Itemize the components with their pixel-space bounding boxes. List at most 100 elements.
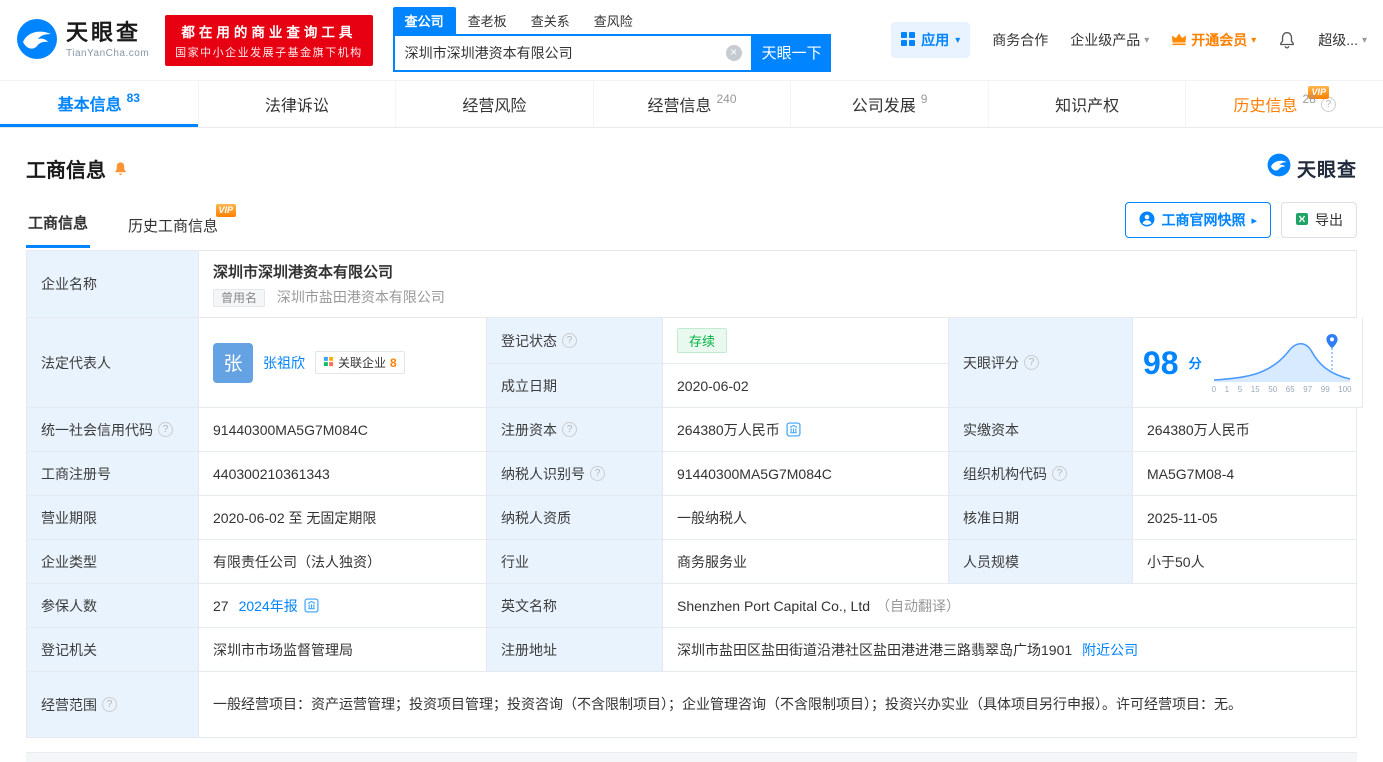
apps-label: 应用 <box>921 32 950 48</box>
enterprise-label: 企业级产品 <box>1070 32 1141 48</box>
subtab-history-info[interactable]: VIP 历史工商信息 <box>126 204 237 248</box>
taxpayer-id-cell: 91440300MA5G7M084C <box>663 452 949 496</box>
table-row: 统一社会信用代码 ? 91440300MA5G7M084C 注册资本 ? 264… <box>27 408 1357 452</box>
table-subrow: 成立日期 2020-06-02 <box>487 364 949 408</box>
related-companies-label: 关联企业 <box>338 356 387 370</box>
avatar[interactable]: 张 <box>213 342 253 383</box>
business-term-cell: 2020-06-02 至 无固定期限 <box>199 496 487 540</box>
tab-label: 公司发展 <box>851 98 916 115</box>
help-icon[interactable]: ? <box>562 333 577 348</box>
paid-capital-label: 实缴资本 <box>949 408 1133 452</box>
export-label: 导出 <box>1315 212 1343 228</box>
vip-badge: VIP <box>215 204 237 217</box>
help-icon[interactable]: ? <box>102 697 117 712</box>
tab-intellectual-property[interactable]: 知识产权 <box>987 81 1186 127</box>
tab-label: 经营风险 <box>462 98 527 115</box>
username-label: 超级... <box>1318 32 1358 48</box>
nearby-companies-link[interactable]: 附近公司 <box>1082 640 1138 660</box>
reg-capital-cell: 264380万人民币 <box>663 408 949 452</box>
score-cell[interactable]: 98 分 0 1 5 15 50 65 97 99 100 <box>1133 318 1363 408</box>
official-snapshot-button[interactable]: 工商官网快照 ▸ <box>1125 202 1271 238</box>
tianyancha-logo-icon <box>1267 153 1291 183</box>
business-scope-cell: 一般经营项目：资产运营管理；投资项目管理；投资咨询（不含限制项目）；企业管理咨询… <box>199 672 1357 738</box>
apps-menu[interactable]: 应用 ▾ <box>891 22 971 58</box>
former-name-badge[interactable]: 曾用名 <box>213 289 266 307</box>
chevron-down-icon: ▾ <box>1251 34 1257 46</box>
search-tab-risk[interactable]: 查风险 <box>582 7 645 34</box>
capital-detail-icon[interactable] <box>304 598 319 613</box>
tab-operation-risk[interactable]: 经营风险 <box>395 81 593 127</box>
menu-enterprise[interactable]: 企业级产品 ▾ <box>1070 30 1149 50</box>
reg-number-cell: 440300210361343 <box>199 452 487 496</box>
taxpayer-id-label: 纳税人识别号 ? <box>487 452 663 496</box>
section-divider <box>26 752 1357 762</box>
chevron-right-icon: ▸ <box>1251 214 1257 227</box>
table-row: 经营范围 ? 一般经营项目：资产运营管理；投资项目管理；投资咨询（不含限制项目）… <box>27 672 1357 738</box>
industry-label: 行业 <box>487 540 663 584</box>
notification-bell-icon[interactable] <box>1278 31 1296 49</box>
subscribe-bell-icon[interactable] <box>113 161 128 176</box>
search-tab-company[interactable]: 查公司 <box>392 6 456 34</box>
legal-rep-link[interactable]: 张祖欣 <box>263 353 305 373</box>
capital-detail-icon[interactable] <box>786 422 801 437</box>
reg-address-label: 注册地址 <box>487 628 663 672</box>
crown-icon <box>1171 32 1187 49</box>
annual-report-link[interactable]: 2024年报 <box>239 596 298 616</box>
insured-cell: 27 2024年报 <box>199 584 487 628</box>
help-icon[interactable]: ? <box>1024 355 1039 370</box>
company-name-value: 深圳市深圳港资本有限公司 <box>213 264 394 281</box>
vip-label: 开通会员 <box>1191 32 1248 48</box>
subtab-current-info[interactable]: 工商信息 <box>26 212 91 248</box>
help-icon[interactable]: ? <box>1052 466 1067 481</box>
help-icon[interactable]: ? <box>158 422 173 437</box>
tab-basic-info[interactable]: 基本信息 83 <box>0 81 198 127</box>
former-name-value: 深圳市盐田港资本有限公司 <box>276 289 445 305</box>
tab-legal[interactable]: 法律诉讼 <box>197 81 396 127</box>
insured-label: 参保人数 <box>27 584 199 628</box>
tab-company-development[interactable]: 公司发展 9 <box>790 81 988 127</box>
taxpayer-quality-cell: 一般纳税人 <box>663 496 949 540</box>
tab-label: 基本信息 <box>57 96 122 114</box>
credit-code-cell: 91440300MA5G7M084C <box>199 408 487 452</box>
taxpayer-quality-label: 纳税人资质 <box>487 496 663 540</box>
table-row: 企业名称 深圳市深圳港资本有限公司 曾用名 深圳市盐田港资本有限公司 <box>27 251 1357 318</box>
logo-domain-text: TianYanCha.com <box>66 47 150 59</box>
subtab-label: 历史工商信息 <box>128 218 219 235</box>
menu-cooperation[interactable]: 商务合作 <box>992 30 1048 50</box>
status-date-column: 登记状态 ? 存续 成立日期 2020-06-02 <box>487 318 949 408</box>
export-button[interactable]: 导出 <box>1281 202 1357 238</box>
promo-banner: 都在用的商业查询工具 国家中小企业发展子基金旗下机构 <box>165 14 373 66</box>
search-area: 查公司 查老板 查关系 查风险 × 天眼一下 <box>392 6 831 72</box>
org-code-label: 组织机构代码 ? <box>949 452 1133 496</box>
reg-status-label: 登记状态 ? <box>487 318 663 364</box>
table-subrow: 登记状态 ? 存续 <box>487 318 949 364</box>
score-chart: 0 1 5 15 50 65 97 99 100 <box>1212 332 1352 394</box>
tab-count: 9 <box>920 92 928 106</box>
search-box: × <box>392 33 753 72</box>
reg-address-cell: 深圳市盐田区盐田街道沿港社区盐田港进港三路翡翠岛广场1901 附近公司 <box>663 628 1357 672</box>
logo-brand-text: 天眼查 <box>66 20 142 46</box>
chevron-down-icon: ▾ <box>1144 34 1150 46</box>
tab-history-info[interactable]: VIP 历史信息 28 ? <box>1185 81 1383 127</box>
clear-search-icon[interactable]: × <box>725 44 742 61</box>
table-row: 营业期限 2020-06-02 至 无固定期限 纳税人资质 一般纳税人 核准日期… <box>27 496 1357 540</box>
menu-vip[interactable]: 开通会员 ▾ <box>1171 30 1256 50</box>
help-icon[interactable]: ? <box>590 466 605 481</box>
business-scope-value: 一般经营项目：资产运营管理；投资项目管理；投资咨询（不含限制项目）；企业管理咨询… <box>213 695 1242 712</box>
search-input[interactable] <box>394 35 751 70</box>
tab-business-info[interactable]: 经营信息 240 <box>592 81 791 127</box>
tianyancha-logo[interactable]: 天眼查 TianYanCha.com <box>16 18 149 63</box>
table-row: 企业类型 有限责任公司（法人独资） 行业 商务服务业 人员规模 小于50人 <box>27 540 1357 584</box>
help-icon[interactable]: ? <box>562 422 577 437</box>
search-tab-relation[interactable]: 查关系 <box>519 7 582 34</box>
industry-cell: 商务服务业 <box>663 540 949 584</box>
english-name-value: Shenzhen Port Capital Co., Ltd <box>677 597 871 614</box>
search-tab-boss[interactable]: 查老板 <box>456 7 519 34</box>
establish-date-cell: 2020-06-02 <box>663 364 949 408</box>
status-badge: 存续 <box>677 328 728 353</box>
user-menu[interactable]: 超级... ▾ <box>1318 30 1367 50</box>
related-companies-badge[interactable]: 关联企业 8 <box>315 351 405 374</box>
section-actions: 工商官网快照 ▸ 导出 <box>1125 202 1357 248</box>
search-button[interactable]: 天眼一下 <box>752 33 831 72</box>
auto-translate-note: （自动翻译） <box>876 597 961 614</box>
